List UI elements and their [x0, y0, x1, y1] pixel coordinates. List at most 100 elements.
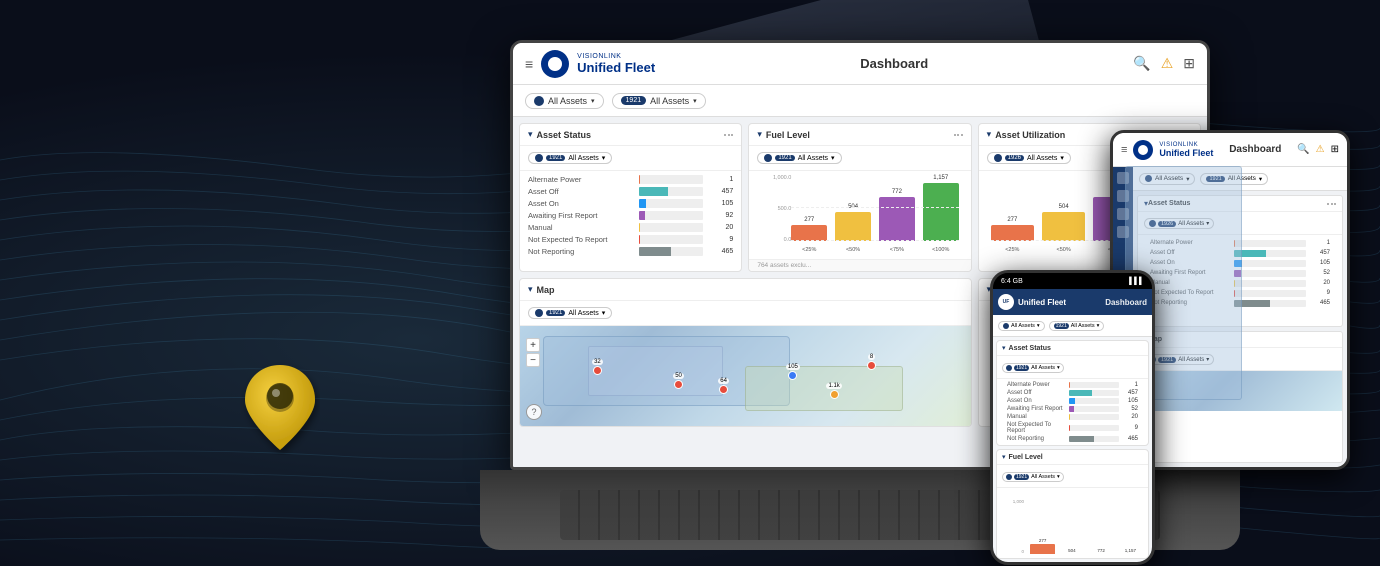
phone-val: 52 — [1122, 406, 1138, 412]
filter-globe-icon — [764, 154, 772, 162]
status-row-not-expected: Not Expected To Report 9 — [528, 235, 733, 244]
status-row-awaiting: Awaiting First Report 92 — [528, 211, 733, 220]
map-zoom-in[interactable]: + — [526, 338, 540, 352]
fuel-menu-icon[interactable] — [954, 134, 963, 136]
phone-filter-chevron: ▾ — [1057, 365, 1060, 371]
phone-track — [1069, 398, 1119, 404]
map-help-icon[interactable]: ? — [526, 404, 542, 420]
fuel-filter-chip[interactable]: 1921 All Assets ▾ — [757, 152, 841, 164]
phone-filter-bar: All Assets ▾ 1921 All Assets ▾ — [993, 315, 1152, 337]
fuel-y-label-mid: 500.0 — [761, 206, 791, 212]
phone-status-manual: Manual 20 — [1002, 413, 1143, 421]
phone-filter-chip-2[interactable]: 1921 All Assets ▾ — [1049, 321, 1105, 331]
map-filter-chip[interactable]: 1921 All Assets ▾ — [528, 307, 612, 319]
filter-chip-count[interactable]: 1921 All Assets ▾ — [612, 93, 706, 109]
fuel-expand-icon[interactable]: ▾ — [757, 129, 762, 140]
filter-count-label: All Assets — [650, 96, 689, 106]
status-bar-track — [639, 247, 703, 256]
phone-status-label: Not Expected To Report — [1007, 422, 1066, 434]
tablet-content: All Assets ▾ 1921 All Assets ▾ ▾ — [1133, 167, 1347, 467]
map-pin-label-8: 8 — [868, 354, 875, 360]
filter-chevron: ▾ — [602, 154, 606, 162]
filter-chip-all-assets[interactable]: All Assets ▾ — [525, 93, 604, 109]
phone-status-off: Asset Off 457 — [1002, 389, 1143, 397]
map-expand-icon[interactable]: ▾ — [528, 284, 533, 295]
util-x-label-25: <25% — [991, 247, 1034, 253]
tablet-search-icon[interactable]: 🔍 — [1297, 144, 1309, 155]
fuel-bar-100 — [923, 183, 959, 241]
status-bar-fill — [639, 247, 671, 256]
map-filter: 1921 All Assets ▾ — [520, 301, 971, 326]
chevron-down-icon: ▾ — [591, 97, 595, 105]
grid-icon[interactable]: ⊞ — [1183, 55, 1195, 72]
alert-icon[interactable]: ⚠ — [1161, 55, 1174, 72]
phone-val: 20 — [1122, 414, 1138, 420]
phone-asset-status-widget: ▾ Asset Status 1921 All Assets ▾ Alterna… — [996, 340, 1149, 446]
tablet-center-title: Dashboard — [1219, 144, 1291, 155]
phone-status-on: Asset On 105 — [1002, 397, 1143, 405]
map-zoom-out[interactable]: − — [526, 353, 540, 367]
tablet-map-area[interactable] — [1138, 371, 1342, 411]
tablet-logo — [1133, 140, 1153, 160]
tablet-status-val: 457 — [1310, 250, 1330, 256]
phone-fuel-bar-25: 277 — [1030, 538, 1055, 554]
map-area[interactable]: + − 32 50 105 — [520, 326, 971, 426]
fuel-level-title: Fuel Level — [766, 130, 950, 140]
phone-fill — [1069, 436, 1094, 442]
util-expand-icon[interactable]: ▾ — [987, 129, 992, 140]
tablet-status-track — [1234, 290, 1306, 297]
map-pin-dot-64 — [719, 385, 728, 394]
chart-gridline — [791, 240, 958, 241]
tablet-status-track — [1234, 300, 1306, 307]
fuel-bar-group-100: 1,157 — [923, 175, 959, 241]
search-icon[interactable]: 🔍 — [1133, 55, 1150, 72]
asset-status-filter: 1921 All Assets ▾ — [520, 146, 741, 171]
phone-status-awaiting: Awaiting First Report 52 — [1002, 405, 1143, 413]
asset-status-filter-chip[interactable]: 1921 All Assets ▾ — [528, 152, 612, 164]
map-pin-64: 64 — [718, 378, 729, 394]
asset-status-body: Alternate Power 1 Asset Off — [520, 171, 741, 271]
tablet-status-val: 9 — [1310, 290, 1330, 296]
phone-status-label: Asset Off — [1007, 390, 1066, 396]
menu-icon[interactable]: ≡ — [525, 56, 533, 72]
phone-filter-chip-1[interactable]: All Assets ▾ — [998, 321, 1045, 331]
phone-fuel-filter-chip[interactable]: 1921 All Assets ▾ — [1002, 472, 1064, 482]
asset-status-menu-icon[interactable] — [724, 134, 733, 136]
phone-fill — [1069, 414, 1070, 420]
asset-status-expand-icon[interactable]: ▾ — [528, 129, 533, 140]
dashboard-title: Dashboard — [663, 56, 1125, 71]
phone-filter-count: 1921 — [1014, 365, 1029, 371]
map-pin-32: 32 — [592, 359, 603, 375]
phone-status-label: Alternate Power — [1007, 382, 1066, 388]
phone-widget-header: ▾ Asset Status — [997, 341, 1148, 356]
phone-fuel-bar-100: 1,157 — [1118, 548, 1143, 554]
tablet-menu-icon[interactable]: ≡ — [1121, 144, 1127, 156]
tablet-alert-icon[interactable]: ⚠ — [1316, 144, 1325, 155]
filter-count: 1921 — [546, 155, 565, 161]
globe-icon — [534, 96, 544, 106]
tablet-grid-icon[interactable]: ⊞ — [1331, 144, 1339, 155]
util-filter-chip[interactable]: 1926 All Assets ▾ — [987, 152, 1071, 164]
status-bar-fill — [639, 211, 645, 220]
brand-sub-label: VISIONLINK — [577, 53, 655, 60]
status-label: Asset Off — [528, 187, 633, 196]
fuel-filter-label: All Assets — [798, 155, 828, 162]
status-row-alternate-power: Alternate Power 1 — [528, 175, 733, 184]
filter-globe-icon — [1006, 474, 1012, 480]
status-value: 9 — [709, 236, 733, 243]
util-bar-50 — [1042, 212, 1085, 241]
util-bar-value: 504 — [1059, 204, 1069, 210]
phone-fuel-expand-icon[interactable]: ▾ — [1002, 453, 1006, 461]
map-widget: ▾ Map 1921 All Assets ▾ — [519, 278, 972, 427]
phone-filter-chip[interactable]: 1921 All Assets ▾ — [1002, 363, 1064, 373]
status-bar-track — [639, 211, 703, 220]
phone-map-header: ▾ Map — [997, 563, 1148, 565]
tablet-menu-icon[interactable] — [1327, 203, 1336, 205]
phone-chip-1-chevron: ▾ — [1037, 323, 1040, 329]
phone-dashboard-title: Dashboard — [1070, 298, 1147, 307]
map-pin-label-105: 105 — [786, 364, 800, 370]
status-value: 92 — [709, 212, 733, 219]
status-value: 457 — [709, 188, 733, 195]
phone-expand-icon[interactable]: ▾ — [1002, 344, 1006, 352]
fuel-y-label-top: 1,000.0 — [761, 175, 791, 181]
